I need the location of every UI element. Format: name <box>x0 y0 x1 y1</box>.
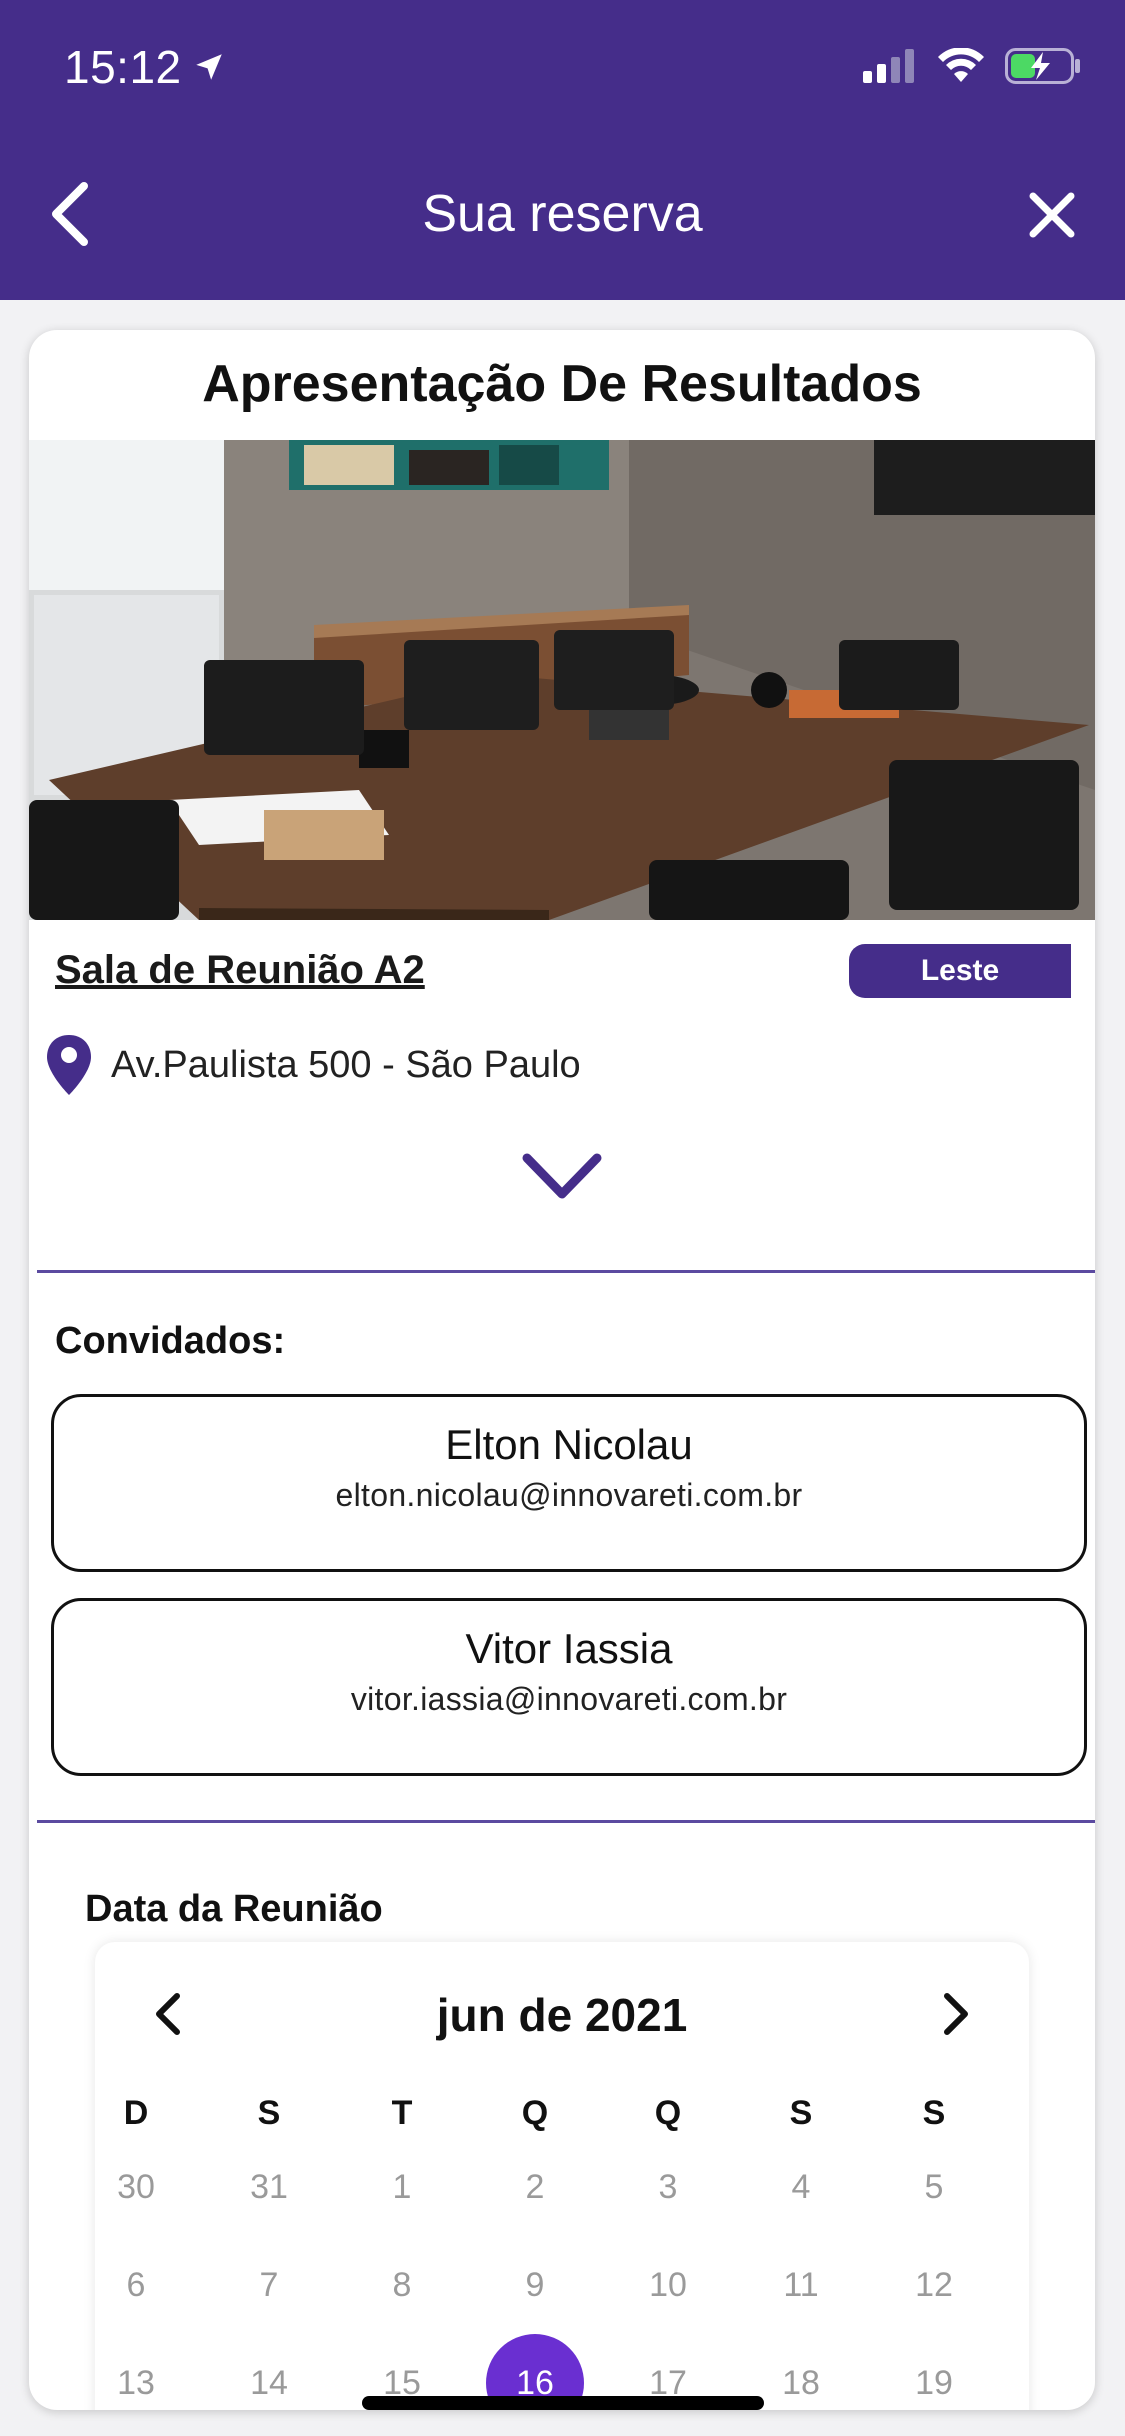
zone-badge: Leste <box>849 944 1071 998</box>
weekday-label: D <box>123 2094 149 2132</box>
weekday-label: S <box>789 2094 813 2132</box>
calendar-day[interactable]: 11 <box>751 2266 851 2305</box>
location-arrow-icon <box>195 54 222 80</box>
address-text: Av.Paulista 500 - São Paulo <box>111 1043 581 1086</box>
section-divider <box>37 1820 1095 1823</box>
status-icons <box>863 48 1081 84</box>
app-header: 15:12 Sua reserva <box>0 0 1125 300</box>
calendar-day[interactable]: 5 <box>884 2168 984 2207</box>
chevron-right-icon[interactable] <box>937 1992 973 2036</box>
calendar-day[interactable]: 18 <box>751 2364 851 2403</box>
calendar-day[interactable]: 1 <box>352 2168 452 2207</box>
guest-email: elton.nicolau@innovareti.com.br <box>335 1477 803 1513</box>
calendar-day[interactable]: 12 <box>884 2266 984 2305</box>
date-label: Data da Reunião <box>85 1888 383 1930</box>
address-row: Av.Paulista 500 - São Paulo <box>45 1030 581 1100</box>
reservation-card: Apresentação De Resultados Sala de Reuni… <box>29 330 1095 2410</box>
calendar-day[interactable]: 3 <box>618 2168 718 2207</box>
calendar-month: jun de 2021 <box>436 1989 688 2041</box>
calendar-day[interactable]: 31 <box>219 2168 319 2207</box>
meeting-title: Apresentação De Resultados <box>202 355 922 413</box>
weekday-label: T <box>391 2094 413 2132</box>
status-time: 15:12 <box>64 40 226 94</box>
wifi-icon <box>938 48 984 82</box>
weekday-label: S <box>257 2094 281 2132</box>
clock: 15:12 <box>64 41 182 93</box>
calendar-day[interactable]: 2 <box>485 2168 585 2207</box>
battery-charging-icon <box>1005 48 1080 84</box>
calendar-day[interactable]: 7 <box>219 2266 319 2305</box>
chevron-down-icon[interactable] <box>521 1148 603 1208</box>
calendar-day[interactable]: 4 <box>751 2168 851 2207</box>
guest-email: vitor.iassia@innovareti.com.br <box>350 1681 788 1717</box>
date-picker: jun de 2021 D S T Q Q S S 30 31 1 2 3 4 5 6 7 8 9 10 11 12 13… <box>95 1942 1029 2410</box>
weekday-label: S <box>922 2094 946 2132</box>
map-pin-icon <box>47 1035 91 1095</box>
guest-name: Elton Nicolau <box>445 1421 693 1468</box>
guest-card[interactable]: Elton Nicolau elton.nicolau@innovareti.c… <box>51 1394 1087 1572</box>
weekday-label: Q <box>654 2094 682 2132</box>
guest-card[interactable]: Vitor Iassia vitor.iassia@innovareti.com… <box>51 1598 1087 1776</box>
calendar-day[interactable]: 19 <box>884 2364 984 2403</box>
room-link[interactable]: Sala de Reunião A2 <box>55 948 425 993</box>
guests-label: Convidados: <box>55 1320 286 1362</box>
calendar-day[interactable]: 30 <box>86 2168 186 2207</box>
page-title: Sua reserva <box>422 185 703 243</box>
home-indicator <box>362 2396 764 2410</box>
calendar-day[interactable]: 14 <box>219 2364 319 2403</box>
calendar-day[interactable]: 6 <box>86 2266 186 2305</box>
meeting-room-image <box>29 440 1095 920</box>
room-photo <box>29 440 1095 920</box>
guest-name: Vitor Iassia <box>465 1625 673 1672</box>
calendar-day[interactable]: 8 <box>352 2266 452 2305</box>
signal-icon <box>863 49 914 83</box>
section-divider <box>37 1270 1095 1273</box>
calendar-day[interactable]: 10 <box>618 2266 718 2305</box>
close-icon[interactable] <box>1027 190 1077 240</box>
calendar-day[interactable]: 9 <box>485 2266 585 2305</box>
calendar-header: jun de 2021 <box>95 1978 1029 2048</box>
calendar-day[interactable]: 13 <box>86 2364 186 2403</box>
weekday-label: Q <box>521 2094 549 2132</box>
